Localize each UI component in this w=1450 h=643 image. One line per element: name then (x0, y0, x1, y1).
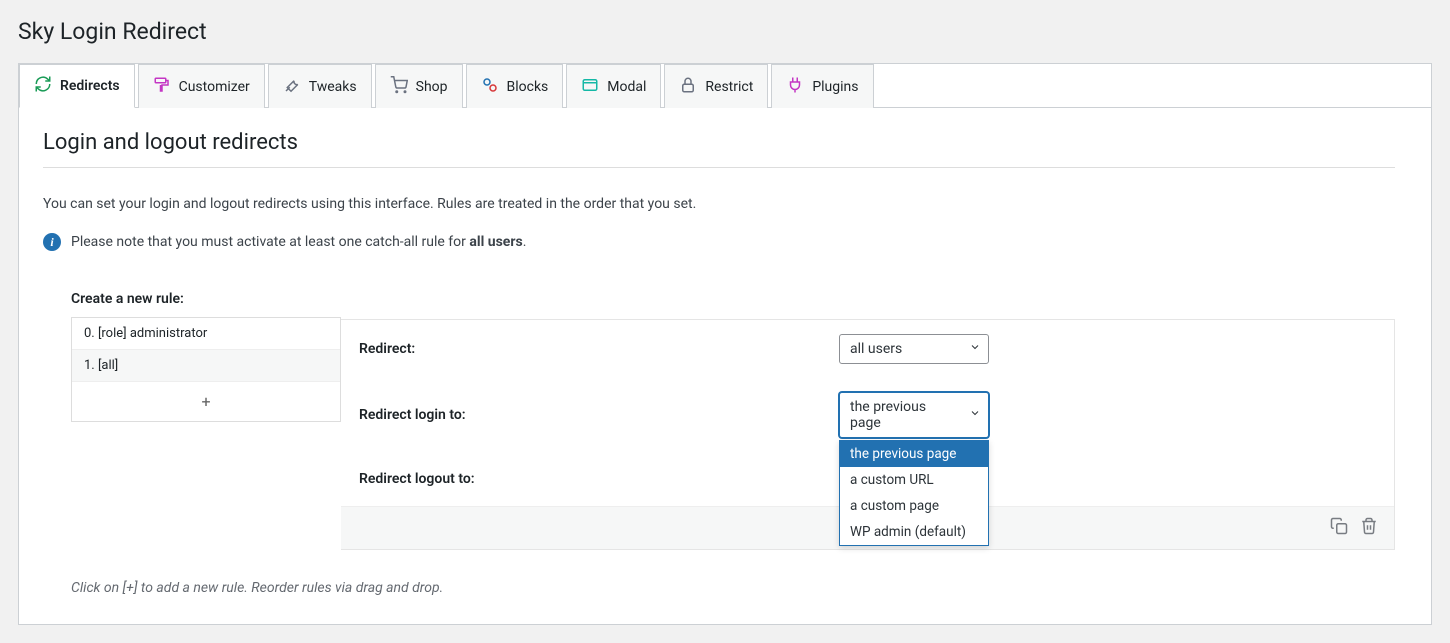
rule-form: Redirect: all users Redirect login to: t… (341, 319, 1395, 550)
redirect-label: Redirect: (359, 341, 839, 357)
note-bold: all users (469, 234, 522, 250)
dropdown-option[interactable]: a custom page (840, 493, 988, 519)
trash-icon[interactable] (1360, 517, 1378, 539)
tab-tweaks[interactable]: Tweaks (268, 64, 372, 108)
page-title: Sky Login Redirect (18, 18, 1432, 45)
tab-label: Tweaks (309, 79, 357, 95)
cart-icon (390, 76, 408, 98)
divider (43, 167, 1395, 168)
tab-label: Plugins (812, 79, 858, 95)
tab-blocks[interactable]: Blocks (466, 64, 564, 108)
redirect-login-select[interactable]: the previous page (839, 392, 989, 438)
tab-label: Modal (607, 79, 646, 95)
lock-icon (679, 76, 697, 98)
note-text: Please note that you must activate at le… (71, 234, 526, 250)
copy-icon[interactable] (1330, 517, 1348, 539)
tab-label: Blocks (507, 79, 549, 95)
tab-label: Shop (416, 79, 448, 95)
paint-roller-icon (153, 76, 171, 98)
redirect-login-dropdown: the previous page a custom URL a custom … (839, 440, 989, 546)
note-prefix: Please note that you must activate at le… (71, 234, 469, 250)
rules-label: Create a new rule: (71, 291, 341, 307)
dropdown-option[interactable]: a custom URL (840, 467, 988, 493)
add-rule-button[interactable]: + (72, 382, 340, 421)
section-title: Login and logout redirects (43, 130, 1395, 155)
tab-plugins[interactable]: Plugins (771, 64, 873, 108)
rule-item[interactable]: 0. [role] administrator (72, 318, 340, 350)
refresh-icon (34, 75, 52, 97)
tab-label: Customizer (179, 79, 250, 95)
content-area: Login and logout redirects You can set y… (19, 108, 1431, 624)
rule-item[interactable]: 1. [all] (72, 350, 340, 382)
tab-customizer[interactable]: Customizer (138, 64, 265, 108)
blocks-icon (481, 76, 499, 98)
tools-icon (283, 76, 301, 98)
redirect-login-label: Redirect login to: (359, 407, 839, 423)
plug-icon (786, 76, 804, 98)
tab-shop[interactable]: Shop (375, 64, 463, 108)
info-icon: i (43, 233, 61, 251)
hint-text: Click on [+] to add a new rule. Reorder … (43, 580, 1395, 596)
redirect-select[interactable]: all users (839, 334, 989, 364)
dropdown-option[interactable]: WP admin (default) (840, 519, 988, 545)
tab-bar: Redirects Customizer Tweaks Shop (19, 64, 1431, 108)
note-suffix: . (523, 234, 527, 250)
note-row: i Please note that you must activate at … (43, 233, 1395, 251)
tab-modal[interactable]: Modal (566, 64, 661, 108)
modal-icon (581, 76, 599, 98)
tab-restrict[interactable]: Restrict (664, 64, 768, 108)
tab-redirects[interactable]: Redirects (19, 64, 135, 108)
redirect-logout-label: Redirect logout to: (359, 471, 839, 487)
tab-label: Redirects (60, 78, 120, 94)
tab-label: Restrict (705, 79, 753, 95)
intro-text: You can set your login and logout redire… (43, 194, 1395, 215)
main-panel: Redirects Customizer Tweaks Shop (18, 63, 1432, 625)
rules-list: 0. [role] administrator 1. [all] + (71, 317, 341, 422)
dropdown-option[interactable]: the previous page (840, 441, 988, 467)
